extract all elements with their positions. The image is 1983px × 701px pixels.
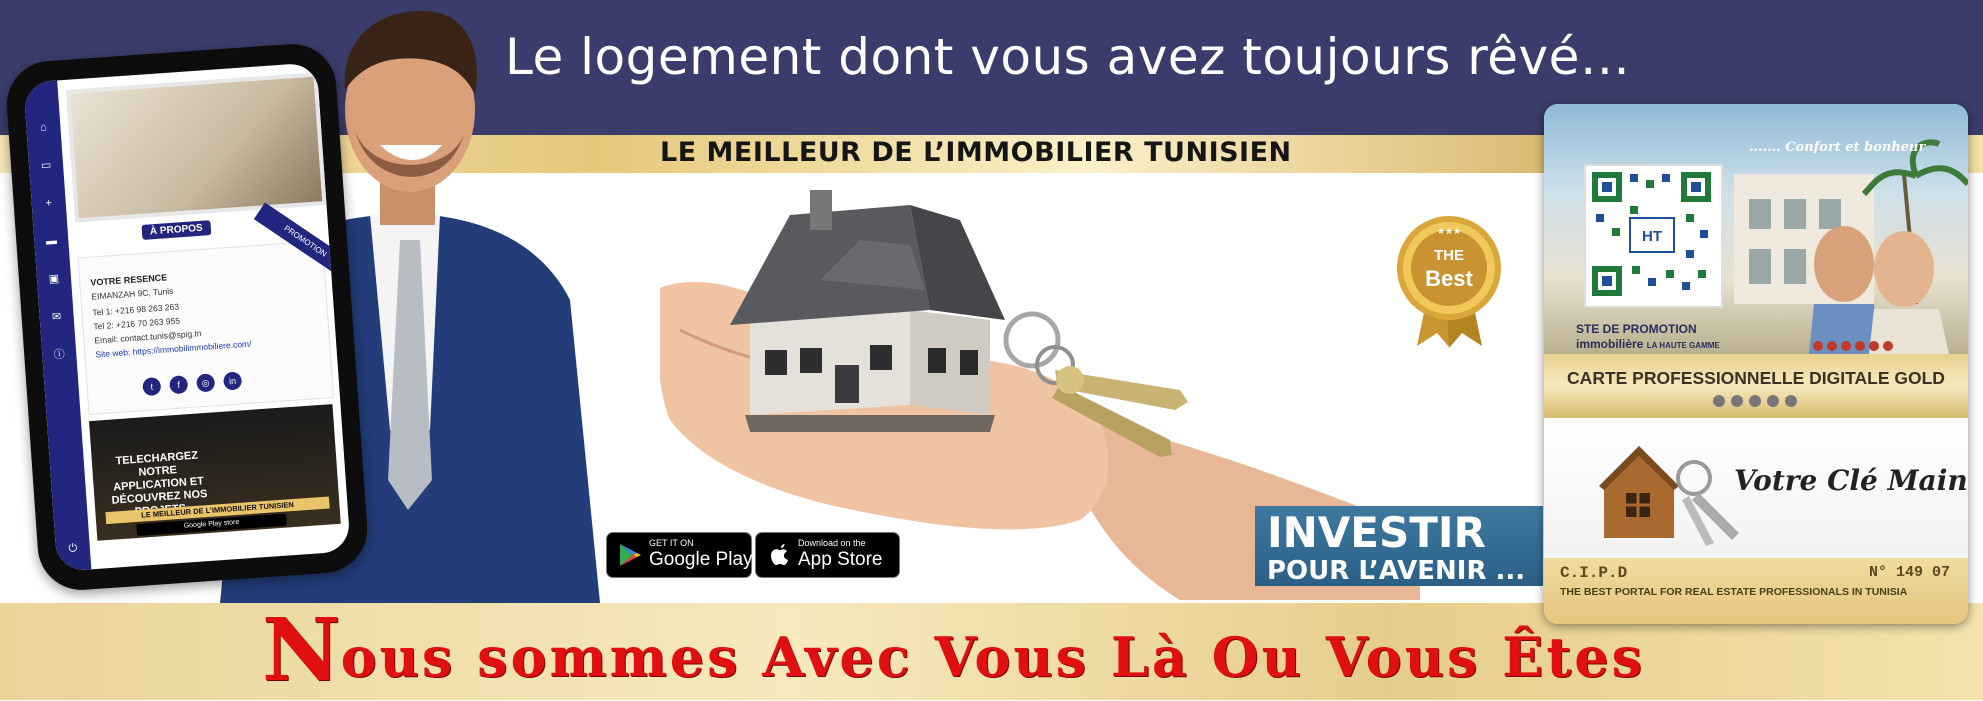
- plus-icon[interactable]: +: [42, 197, 55, 210]
- info-icon[interactable]: ⓘ: [53, 349, 66, 362]
- apropos-button[interactable]: À PROPOS: [141, 220, 212, 240]
- investir-title: INVESTIR: [1267, 508, 1486, 557]
- app-download-ad[interactable]: TELECHARGEZ NOTRE APPLICATION ET DÉCOUVR…: [89, 404, 341, 541]
- tagline: LE MEILLEUR DE L’IMMOBILIER TUNISIEN: [660, 137, 1292, 168]
- card-middle: Votre Clé Main: [1544, 418, 1968, 558]
- power-icon[interactable]: ⏻: [66, 542, 79, 555]
- app-store-small: Download on the: [798, 538, 866, 548]
- apple-icon: [771, 544, 788, 565]
- app-store-label: App Store: [798, 549, 883, 570]
- card-ste-text: STE DE PROMOTION: [1576, 322, 1697, 336]
- card-confort-text: ....... Confort et bonheur: [1749, 140, 1926, 155]
- qr-code[interactable]: HT: [1584, 164, 1723, 308]
- contact-title: VOTRE RESENCE: [90, 272, 168, 288]
- instagram-icon[interactable]: ◎: [196, 373, 216, 393]
- card-social-icons: [1813, 341, 1893, 351]
- mail-icon[interactable]: ✉: [50, 311, 63, 324]
- investir-subtitle: POUR L’AVENIR ...: [1267, 556, 1526, 586]
- investir-banner: INVESTIR POUR L’AVENIR ...: [1255, 506, 1543, 586]
- card-portal-text: THE BEST PORTAL FOR REAL ESTATE PROFESSI…: [1560, 586, 1908, 598]
- card-immo-text: immobilière LA HAUTE GAMME: [1576, 337, 1720, 351]
- google-play-button[interactable]: GET IT ON Google Play: [606, 532, 753, 578]
- card-script-text: Votre Clé Main: [1734, 464, 1968, 497]
- contact-tel1[interactable]: Tel 1: +216 98 263 263: [92, 302, 179, 318]
- wooden-house-keys-icon: [1599, 446, 1739, 546]
- professional-card: ....... Confort et bonheur HT STE DE PRO…: [1544, 104, 1968, 624]
- best-badge-icon: ★★★ THE Best: [1397, 216, 1501, 348]
- qr-code-icon: HT: [1592, 172, 1711, 296]
- image-icon[interactable]: ▣: [48, 273, 61, 286]
- qr-center-label: HT: [1642, 228, 1662, 245]
- card-photo: ....... Confort et bonheur HT STE DE PRO…: [1544, 104, 1968, 354]
- phone-photo-keys: [65, 72, 327, 223]
- folder-icon[interactable]: ▬: [45, 235, 58, 248]
- card-gold-header: CARTE PROFESSIONNELLE DIGITALE GOLD: [1544, 354, 1968, 418]
- headline: Le logement dont vous avez toujours rêvé…: [505, 28, 1631, 86]
- card-number: N° 149 07: [1868, 564, 1950, 581]
- slogan-rest: ous sommes Avec Vous Là Ou Vous Êtes: [340, 625, 1646, 689]
- facebook-icon[interactable]: f: [169, 375, 189, 395]
- contact-address: EIMANZAH 9C, Tunis: [90, 285, 174, 302]
- google-play-icon: [620, 544, 641, 566]
- badge-top-text: THE: [1434, 247, 1464, 264]
- card-immo-main: immobilière: [1576, 337, 1644, 351]
- contact-card: VOTRE RESENCE EIMANZAH 9C, Tunis Tel 1: …: [77, 240, 335, 416]
- phone-mockup: ⌂ ▭ + ▬ ▣ ✉ ⓘ ⏻ À PROPOS VOTRE RESENCE E…: [3, 41, 371, 593]
- google-play-small: GET IT ON: [649, 538, 694, 548]
- badge-bottom-text: Best: [1425, 266, 1473, 291]
- twitter-icon[interactable]: t: [142, 377, 162, 397]
- svg-text:★★★: ★★★: [1437, 226, 1461, 236]
- laptop-icon[interactable]: ▭: [40, 159, 53, 172]
- slogan-initial: N: [262, 600, 341, 701]
- app-store-button[interactable]: Download on the App Store: [755, 532, 900, 578]
- footer-slogan: Nous sommes Avec Vous Là Ou Vous Êtes: [262, 600, 1645, 701]
- card-gold-title: CARTE PROFESSIONNELLE DIGITALE GOLD: [1567, 368, 1945, 388]
- card-immo-small: LA HAUTE GAMME: [1646, 341, 1720, 350]
- card-cipd: C.I.P.D: [1560, 564, 1628, 582]
- linkedin-icon[interactable]: in: [222, 371, 243, 391]
- google-play-label: Google Play: [649, 549, 753, 570]
- card-gold-icons: [1713, 395, 1797, 407]
- home-icon[interactable]: ⌂: [37, 121, 50, 134]
- contact-tel2[interactable]: Tel 2: +216 70 263 955: [93, 316, 180, 332]
- phone-screen: ⌂ ▭ + ▬ ▣ ✉ ⓘ ⏻ À PROPOS VOTRE RESENCE E…: [23, 62, 351, 572]
